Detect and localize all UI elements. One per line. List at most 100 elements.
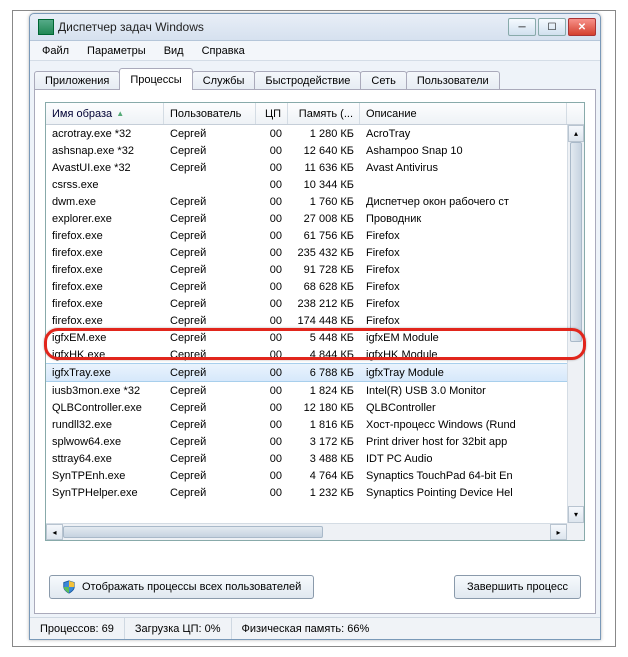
table-row[interactable]: ashsnap.exe *32Сергей0012 640 КБAshampoo…: [46, 142, 584, 159]
table-row[interactable]: iusb3mon.exe *32Сергей001 824 КБIntel(R)…: [46, 382, 584, 399]
cell-memory: 3 172 КБ: [288, 433, 360, 450]
cell-process-name: sttray64.exe: [46, 450, 164, 467]
tab-network[interactable]: Сеть: [360, 71, 406, 90]
table-row[interactable]: igfxHK.exeСергей004 844 КБigfxHK Module: [46, 346, 584, 363]
task-manager-window: Диспетчер задач Windows ─ ☐ ✕ Файл Парам…: [29, 13, 601, 640]
table-row[interactable]: firefox.exeСергей00238 212 КБFirefox: [46, 295, 584, 312]
show-all-users-button[interactable]: Отображать процессы всех пользователей: [49, 575, 314, 599]
cell-user: Сергей: [164, 329, 256, 346]
table-row[interactable]: igfxTray.exeСергей006 788 КБigfxTray Mod…: [46, 363, 584, 382]
table-row[interactable]: QLBController.exeСергей0012 180 КБQLBCon…: [46, 399, 584, 416]
cell-description: igfxHK Module: [360, 346, 584, 363]
table-row[interactable]: firefox.exeСергей00174 448 КБFirefox: [46, 312, 584, 329]
table-row[interactable]: csrss.exe0010 344 КБ: [46, 176, 584, 193]
cell-memory: 27 008 КБ: [288, 210, 360, 227]
tab-processes[interactable]: Процессы: [119, 68, 192, 90]
table-row[interactable]: sttray64.exeСергей003 488 КБIDT PC Audio: [46, 450, 584, 467]
tab-services[interactable]: Службы: [192, 71, 256, 90]
table-row[interactable]: AvastUI.exe *32Сергей0011 636 КБAvast An…: [46, 159, 584, 176]
cell-cpu: 00: [256, 312, 288, 329]
table-row[interactable]: rundll32.exeСергей001 816 КБХост-процесс…: [46, 416, 584, 433]
horizontal-scrollbar[interactable]: ◂ ▸: [46, 523, 567, 540]
cell-process-name: splwow64.exe: [46, 433, 164, 450]
cell-cpu: 00: [256, 176, 288, 193]
end-process-button[interactable]: Завершить процесс: [454, 575, 581, 599]
cell-process-name: AvastUI.exe *32: [46, 159, 164, 176]
table-row[interactable]: splwow64.exeСергей003 172 КБPrint driver…: [46, 433, 584, 450]
col-header-memory[interactable]: Память (...: [288, 103, 360, 124]
cell-user: Сергей: [164, 295, 256, 312]
menu-help[interactable]: Справка: [194, 43, 253, 59]
col-header-description[interactable]: Описание: [360, 103, 567, 124]
cell-process-name: QLBController.exe: [46, 399, 164, 416]
scroll-right-button[interactable]: ▸: [550, 524, 567, 540]
cell-description: Firefox: [360, 261, 584, 278]
menu-file[interactable]: Файл: [34, 43, 77, 59]
cell-cpu: 00: [256, 295, 288, 312]
cell-memory: 4 844 КБ: [288, 346, 360, 363]
cell-memory: 1 232 КБ: [288, 484, 360, 501]
table-row[interactable]: acrotray.exe *32Сергей001 280 КБAcroTray: [46, 125, 584, 142]
cell-cpu: 00: [256, 450, 288, 467]
cell-cpu: 00: [256, 399, 288, 416]
cell-cpu: 00: [256, 484, 288, 501]
table-row[interactable]: explorer.exeСергей0027 008 КБПроводник: [46, 210, 584, 227]
table-row[interactable]: SynTPEnh.exeСергей004 764 КБSynaptics To…: [46, 467, 584, 484]
cell-process-name: firefox.exe: [46, 312, 164, 329]
table-row[interactable]: firefox.exeСергей0091 728 КБFirefox: [46, 261, 584, 278]
titlebar[interactable]: Диспетчер задач Windows ─ ☐ ✕: [30, 14, 600, 41]
tab-applications[interactable]: Приложения: [34, 71, 120, 90]
table-row[interactable]: dwm.exeСергей001 760 КБДиспетчер окон ра…: [46, 193, 584, 210]
menubar: Файл Параметры Вид Справка: [30, 41, 600, 61]
cell-cpu: 00: [256, 278, 288, 295]
cell-cpu: 00: [256, 142, 288, 159]
cell-description: Firefox: [360, 312, 584, 329]
cell-description: igfxTray Module: [360, 364, 584, 381]
menu-view[interactable]: Вид: [156, 43, 192, 59]
vertical-scrollbar[interactable]: ▴ ▾: [567, 125, 584, 523]
col-header-user[interactable]: Пользователь: [164, 103, 256, 124]
cell-user: Сергей: [164, 467, 256, 484]
col-header-name-label: Имя образа: [52, 108, 112, 120]
cell-description: IDT PC Audio: [360, 450, 584, 467]
cell-process-name: iusb3mon.exe *32: [46, 382, 164, 399]
cell-memory: 4 764 КБ: [288, 467, 360, 484]
minimize-button[interactable]: ─: [508, 18, 536, 36]
list-header: Имя образа ▲ Пользователь ЦП Память (...…: [46, 103, 584, 125]
scroll-h-thumb[interactable]: [63, 526, 323, 538]
col-header-cpu[interactable]: ЦП: [256, 103, 288, 124]
scroll-down-button[interactable]: ▾: [568, 506, 584, 523]
col-header-name[interactable]: Имя образа ▲: [46, 103, 164, 124]
tab-performance[interactable]: Быстродействие: [254, 71, 361, 90]
cell-user: Сергей: [164, 227, 256, 244]
menu-options[interactable]: Параметры: [79, 43, 154, 59]
app-icon: [38, 19, 54, 35]
cell-memory: 5 448 КБ: [288, 329, 360, 346]
cell-description: igfxEM Module: [360, 329, 584, 346]
scroll-up-button[interactable]: ▴: [568, 125, 584, 142]
scroll-h-track[interactable]: [63, 524, 550, 540]
cell-memory: 6 788 КБ: [288, 364, 360, 381]
cell-process-name: firefox.exe: [46, 227, 164, 244]
table-row[interactable]: firefox.exeСергей0061 756 КБFirefox: [46, 227, 584, 244]
shield-icon: [62, 580, 76, 594]
table-row[interactable]: firefox.exeСергей0068 628 КБFirefox: [46, 278, 584, 295]
cell-cpu: 00: [256, 227, 288, 244]
cell-description: Firefox: [360, 227, 584, 244]
cell-process-name: rundll32.exe: [46, 416, 164, 433]
maximize-button[interactable]: ☐: [538, 18, 566, 36]
scroll-v-thumb[interactable]: [570, 142, 582, 342]
table-row[interactable]: igfxEM.exeСергей005 448 КБigfxEM Module: [46, 329, 584, 346]
close-button[interactable]: ✕: [568, 18, 596, 36]
cell-process-name: explorer.exe: [46, 210, 164, 227]
table-row[interactable]: firefox.exeСергей00235 432 КБFirefox: [46, 244, 584, 261]
table-row[interactable]: SynTPHelper.exeСергей001 232 КБSynaptics…: [46, 484, 584, 501]
cell-user: Сергей: [164, 416, 256, 433]
scroll-left-button[interactable]: ◂: [46, 524, 63, 540]
cell-user: Сергей: [164, 142, 256, 159]
cell-memory: 1 760 КБ: [288, 193, 360, 210]
cell-user: Сергей: [164, 433, 256, 450]
status-cpu-value: 0%: [205, 623, 221, 635]
cell-description: Хост-процесс Windows (Rund: [360, 416, 584, 433]
tab-users[interactable]: Пользователи: [406, 71, 500, 90]
